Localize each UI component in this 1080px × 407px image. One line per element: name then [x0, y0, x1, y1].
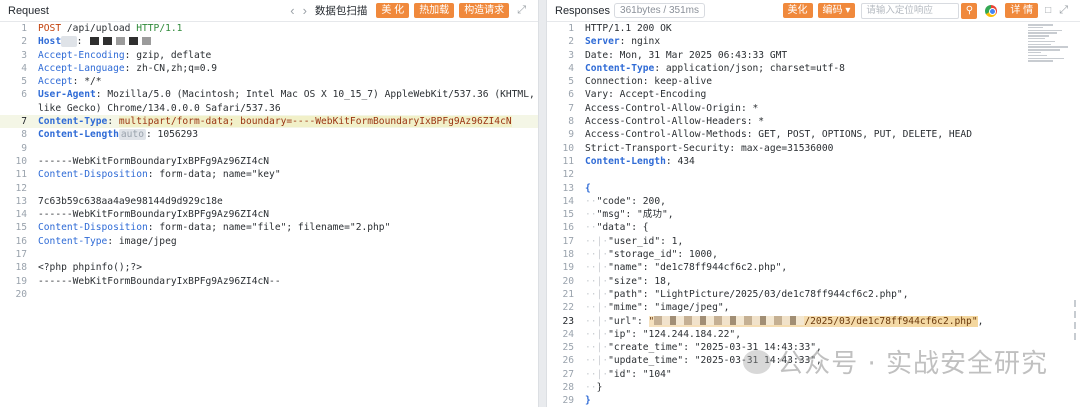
code-line: 20 ··|·"size": 18, — [562, 275, 672, 287]
redacted-mask — [90, 37, 100, 46]
code-line: 15 ··"msg": "成功", — [562, 209, 674, 221]
auto-tag: auto — [118, 129, 146, 141]
encoding-dropdown[interactable]: 编码 ▾ — [817, 3, 856, 18]
code-line: 10 Strict-Transport-Security: max-age=315… — [562, 142, 834, 154]
encoding-label: 编码 — [822, 5, 843, 16]
comment-icon[interactable]: □ — [1045, 5, 1051, 16]
packet-scan-button[interactable]: 数据包扫描 — [315, 3, 368, 18]
code-line: 8 Content-Length auto: 1056293 — [21, 129, 198, 141]
code-line: 29} — [562, 395, 591, 407]
expand-icon[interactable]: ⤢ — [1059, 5, 1068, 16]
code-line: 18 <?php phpinfo();?> — [15, 262, 142, 274]
code-line: 6 User-Agent: Mozilla/5.0 (Macintosh; Int… — [21, 89, 535, 101]
beautify-button[interactable]: 美 化 — [376, 3, 410, 18]
chevron-right-icon[interactable]: › — [303, 4, 307, 17]
code-line: like Gecko) Chrome/134.0.0.0 Safari/537.… — [38, 102, 281, 114]
code-line: 24 ··|·"ip": "124.244.184.22", — [562, 328, 741, 340]
expand-icon[interactable]: ⤢ — [517, 5, 526, 16]
code-line: 9 — [21, 142, 27, 154]
request-editor[interactable]: 1 POST /api/upload HTTP/1.1 2 Host : 3 Acce… — [0, 22, 538, 407]
details-button[interactable]: 详 情 — [1005, 3, 1039, 18]
code-line: 22 ··|·"mime": "image/jpeg", — [562, 302, 730, 314]
code-line: 16 Content-Type: image/jpeg — [15, 235, 177, 247]
code-line: 19 ------WebKitFormBoundaryIxBPFg9Az96ZI4… — [15, 275, 281, 287]
code-line: 3 Date: Mon, 31 Mar 2025 06:43:33 GMT — [568, 49, 788, 61]
code-line: 21 ··|·"path": "LightPicture/2025/03/de1c… — [562, 288, 909, 300]
code-line: 4 Accept-Language: zh-CN,zh;q=0.9 — [21, 62, 218, 74]
response-title: Responses — [555, 4, 611, 17]
wechat-logo-icon — [743, 349, 772, 374]
redacted-mask — [142, 37, 152, 46]
chrome-icon[interactable] — [985, 4, 998, 17]
code-line: 14 ------WebKitFormBoundaryIxBPFg9Az96ZI4… — [15, 209, 270, 221]
code-line: 20 — [15, 288, 27, 300]
request-toolbar: Request ‹ › 数据包扫描 美 化 热加载 构造请求 ⤢ — [0, 0, 538, 22]
code-line: 19 ··|·"name": "de1c78ff944cf6c2.php", — [562, 262, 788, 274]
hot-load-button[interactable]: 热加载 — [414, 3, 455, 18]
code-line: 1 HTTP/1.1 200 OK — [568, 23, 672, 34]
redacted-url-blur — [654, 316, 805, 326]
code-line: 15 Content-Disposition: form-data; name="… — [15, 222, 391, 234]
code-line: 6 Vary: Accept-Encoding — [568, 89, 707, 101]
code-line: 11 Content-Length: 434 — [562, 155, 695, 167]
code-line: 17 ··|·"user_id": 1, — [562, 235, 684, 247]
masked-host-placeholder — [61, 36, 77, 48]
code-line: 18 ··|·"storage_id": 1000, — [562, 249, 718, 261]
search-icon[interactable]: ⚲ — [961, 2, 978, 19]
code-line: 7 Access-Control-Allow-Origin: * — [568, 102, 759, 114]
response-beautify-button[interactable]: 美化 — [782, 3, 813, 18]
scrollbar[interactable] — [1074, 300, 1078, 344]
code-minimap[interactable] — [1028, 24, 1070, 70]
code-line: 5 Connection: keep-alive — [568, 76, 713, 88]
code-line: 11 Content-Disposition: form-data; name="… — [15, 169, 281, 181]
code-line: 14 ··"code": 200, — [562, 195, 666, 207]
response-size-badge: 361bytes / 351ms — [614, 3, 705, 18]
code-line-active: 7 Content-Type: multipart/form-data; boun… — [0, 115, 538, 129]
chevron-down-icon: ▾ — [845, 5, 851, 16]
response-search-input[interactable] — [861, 2, 960, 19]
code-line: 13{ — [562, 182, 591, 194]
code-line: 13 7c63b59c638aa4a9e98144d9d929c18e — [15, 195, 223, 207]
chevron-left-icon[interactable]: ‹ — [290, 4, 294, 17]
pane-splitter[interactable] — [538, 0, 547, 407]
code-line: 1 POST /api/upload HTTP/1.1 — [21, 23, 183, 34]
code-line: 12 — [562, 169, 574, 181]
code-line: 28 ··} — [562, 382, 603, 394]
code-line: 2 Server: nginx — [568, 36, 661, 48]
redacted-mask — [129, 37, 139, 46]
code-line: 9 Access-Control-Allow-Methods: GET, POST… — [568, 129, 972, 141]
request-pane: Request ‹ › 数据包扫描 美 化 热加载 构造请求 ⤢ 1 POST /… — [0, 0, 538, 407]
build-request-button[interactable]: 构造请求 — [459, 3, 510, 18]
code-line: 17 — [15, 249, 27, 261]
redacted-mask — [103, 37, 113, 46]
redacted-mask — [116, 37, 126, 46]
code-line: 5 Accept: */* — [21, 76, 102, 88]
watermark-text: 公众号 · 实战安全研究 — [777, 349, 1048, 379]
code-line: 2 Host : — [0, 35, 538, 48]
code-line: 8 Access-Control-Allow-Headers: * — [568, 116, 765, 128]
code-line: 3 Accept-Encoding: gzip, deflate — [21, 49, 212, 61]
response-toolbar: Responses 361bytes / 351ms 美化 编码 ▾ ⚲ 详 情… — [547, 0, 1080, 22]
code-line: 16 ··"data": { — [562, 222, 649, 234]
request-title: Request — [8, 4, 49, 17]
code-line: 23 ··|·"url": "/2025/03/de1c78ff944cf6c2.… — [562, 315, 984, 327]
code-line: 10 ------WebKitFormBoundaryIxBPFg9Az96ZI4… — [15, 155, 270, 167]
code-line: 4 Content-Type: application/json; charset… — [568, 62, 845, 74]
code-line: 12 — [15, 182, 27, 194]
watermark: 公众号 · 实战安全研究 — [743, 343, 1048, 380]
